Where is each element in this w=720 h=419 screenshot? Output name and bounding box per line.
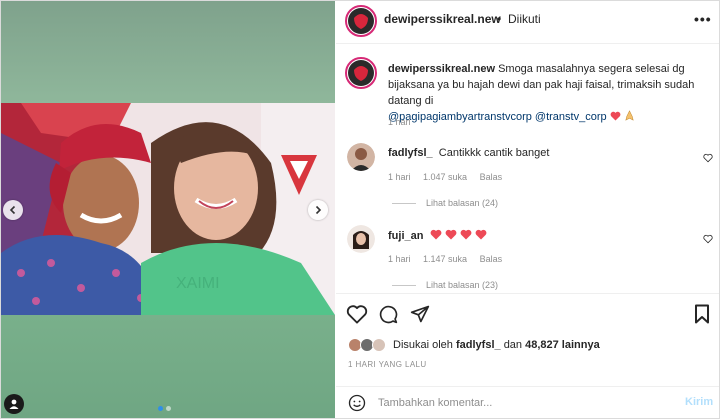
- likes-count[interactable]: 48,827 lainnya: [525, 339, 600, 351]
- post-header: dewiperssikreal.new • Diikuti •••: [336, 1, 719, 44]
- caption-username[interactable]: dewiperssikreal.new: [388, 63, 495, 75]
- caption-text: dewiperssikreal.new Smoga masalahnya seg…: [388, 61, 710, 125]
- chevron-right-icon: [315, 205, 322, 215]
- comment-input[interactable]: [378, 393, 668, 413]
- comment-time[interactable]: 1 hari: [388, 254, 411, 264]
- liker-avatars: [348, 338, 388, 352]
- post-photo[interactable]: XAIMI: [1, 103, 335, 315]
- red-heart-emoji: [475, 229, 487, 240]
- caption-meta: 1 hari: [388, 117, 421, 127]
- likes-prefix: Disukai oleh: [393, 339, 453, 351]
- carousel-dot-1: [158, 406, 163, 411]
- comments-list[interactable]: dewiperssikreal.new Smoga masalahnya seg…: [336, 45, 719, 293]
- comment-meta: 1 hari 1.047 suka Balas: [388, 172, 512, 182]
- author-avatar-image: [348, 8, 374, 34]
- likes-summary: Disukai oleh fadlyfsl_ dan 48,827 lainny…: [348, 338, 600, 352]
- liker-avatar: [372, 338, 386, 352]
- post-media[interactable]: XAIMI: [1, 1, 335, 418]
- comment-avatar-fuji[interactable]: [347, 225, 375, 253]
- comment-bubble-icon[interactable]: [378, 304, 398, 324]
- more-options-button[interactable]: •••: [694, 11, 712, 27]
- save-bookmark-icon[interactable]: [694, 304, 710, 324]
- like-comment-heart-icon[interactable]: [703, 234, 713, 244]
- post-comment-button[interactable]: Kirim: [685, 396, 713, 408]
- comment-text: fuji_an: [388, 229, 487, 242]
- red-heart-emoji: [445, 229, 457, 240]
- comment-reply-button[interactable]: Balas: [480, 172, 503, 182]
- carousel-indicator: [158, 406, 171, 411]
- comment-meta: 1 hari 1.147 suka Balas: [388, 254, 512, 264]
- view-replies-label: Lihat balasan (24): [426, 198, 499, 208]
- like-heart-icon[interactable]: [346, 304, 368, 324]
- post-details: dewiperssikreal.new • Diikuti ••• dewipe…: [336, 1, 719, 418]
- caption-avatar[interactable]: [345, 57, 377, 89]
- media-background-top: [1, 1, 335, 103]
- comment-body: Cantikkk cantik banget: [438, 147, 550, 159]
- caption-avatar-image: [348, 60, 374, 86]
- red-heart-emoji: [610, 111, 621, 121]
- comment-avatar-image: [347, 225, 375, 253]
- comment-avatar-image: [347, 143, 375, 171]
- replies-line: [392, 202, 416, 204]
- like-comment-heart-icon[interactable]: [703, 153, 713, 163]
- comment-username[interactable]: fuji_an: [388, 230, 423, 242]
- post-actions: Disukai oleh fadlyfsl_ dan 48,827 lainny…: [336, 293, 719, 388]
- svg-text:XAIMI: XAIMI: [176, 275, 220, 292]
- caption-time[interactable]: 1 hari: [388, 117, 411, 127]
- comment-text: fadlyfsl_ Cantikkk cantik banget: [388, 147, 549, 159]
- comment-time[interactable]: 1 hari: [388, 172, 411, 182]
- following-status[interactable]: Diikuti: [508, 12, 541, 26]
- person-icon: [9, 399, 19, 409]
- view-replies-label: Lihat balasan (23): [426, 280, 499, 290]
- emoji-icon[interactable]: [348, 394, 366, 412]
- comment-avatar-fadlyfsl[interactable]: [347, 143, 375, 171]
- folded-hands-emoji: [625, 110, 634, 121]
- separator-dot: •: [497, 12, 502, 26]
- share-paper-plane-icon[interactable]: [410, 304, 430, 324]
- comment-composer: Kirim: [336, 386, 719, 418]
- media-background-bottom: [1, 315, 335, 418]
- carousel-dot-2: [166, 406, 171, 411]
- view-replies-button[interactable]: Lihat balasan (23): [392, 280, 498, 290]
- comment-reply-button[interactable]: Balas: [480, 254, 503, 264]
- previous-slide-button[interactable]: [3, 200, 23, 220]
- comment-likes[interactable]: 1.147 suka: [423, 254, 467, 264]
- next-slide-button[interactable]: [308, 200, 328, 220]
- red-heart-emoji: [430, 229, 441, 240]
- likes-middle: dan: [503, 339, 523, 351]
- caption-mention-transtv[interactable]: @transtv_corp: [535, 111, 607, 123]
- tagged-users-button[interactable]: [4, 394, 24, 414]
- chevron-left-icon: [9, 205, 16, 215]
- view-replies-button[interactable]: Lihat balasan (24): [392, 198, 498, 208]
- author-username[interactable]: dewiperssikreal.new: [384, 12, 501, 26]
- replies-line: [392, 284, 416, 286]
- photo-illustration: XAIMI: [1, 103, 335, 315]
- comment-likes[interactable]: 1.047 suka: [423, 172, 467, 182]
- author-avatar[interactable]: [345, 5, 377, 37]
- red-heart-emoji: [460, 229, 472, 240]
- post-timestamp[interactable]: 1 HARI YANG LALU: [348, 360, 427, 369]
- likes-user[interactable]: fadlyfsl_: [456, 339, 501, 351]
- comment-username[interactable]: fadlyfsl_: [388, 147, 433, 159]
